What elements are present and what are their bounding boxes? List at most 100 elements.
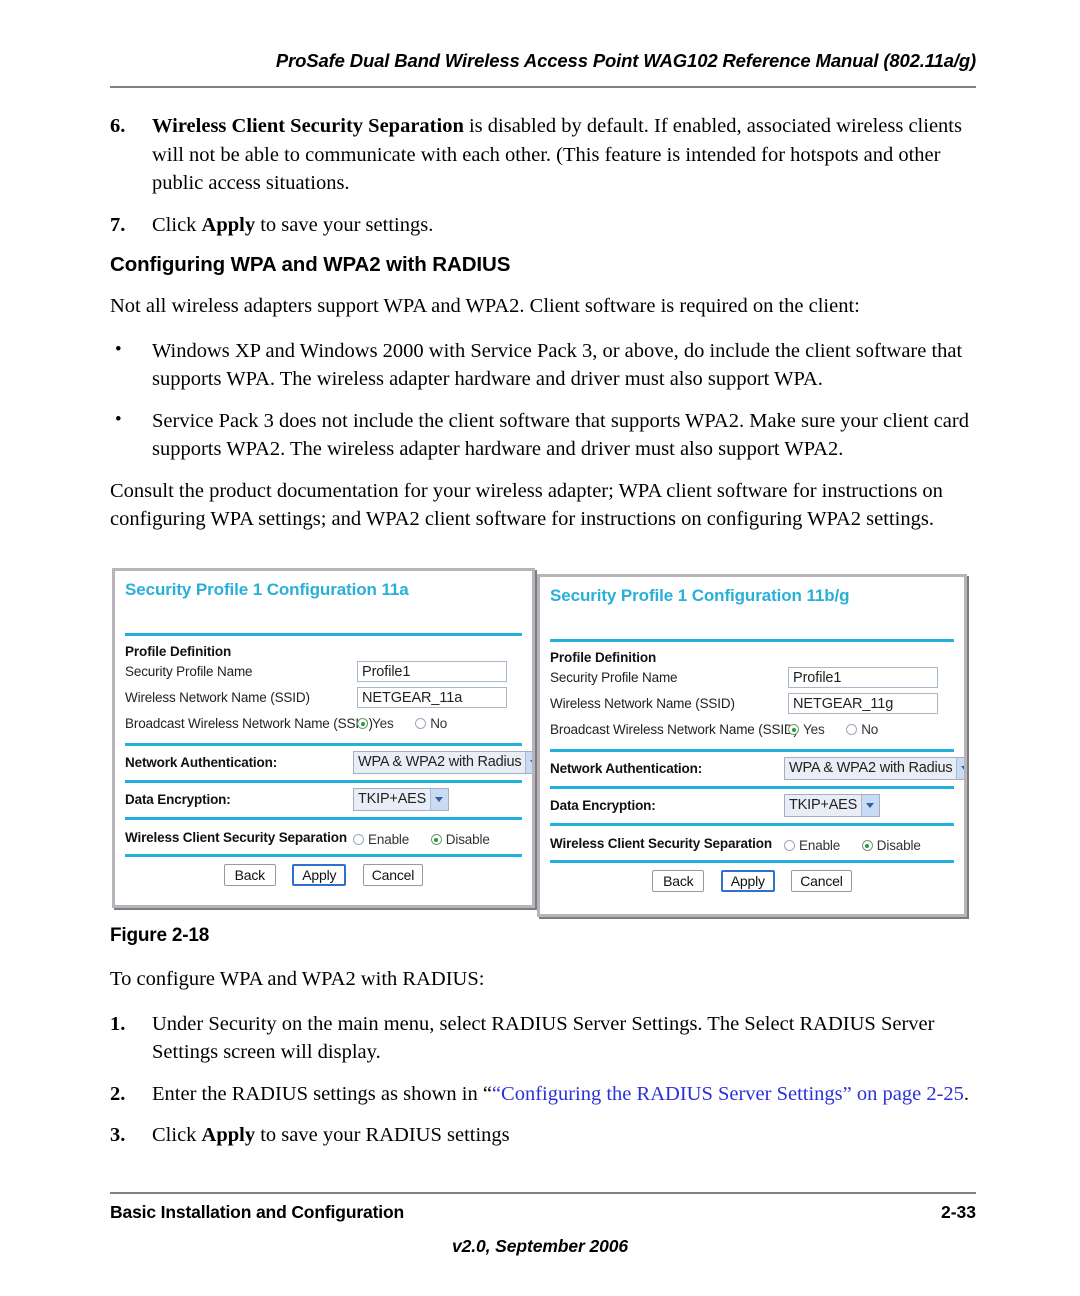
ssid-input[interactable]: NETGEAR_11g — [788, 693, 938, 714]
broadcast-yes-radio[interactable]: Yes — [788, 721, 839, 737]
field-label: Wireless Client Security Separation — [550, 836, 772, 851]
field-label: Broadcast Wireless Network Name (SSID) — [125, 716, 373, 731]
numbered-item-3: 3. Click Apply to save your RADIUS setti… — [110, 1121, 976, 1150]
item-number: 1. — [110, 1012, 126, 1035]
consult-paragraph: Consult the product documentation for yo… — [110, 479, 943, 531]
network-authentication-select[interactable]: WPA & WPA2 with Radius — [353, 751, 532, 774]
field-label: Network Authentication: — [550, 761, 703, 776]
section-heading: Configuring WPA and WPA2 with RADIUS — [110, 253, 511, 276]
radio-label: Disable — [876, 838, 921, 854]
apply-button[interactable]: Apply — [292, 864, 347, 886]
radio-label: No — [861, 722, 879, 738]
running-header-title: ProSafe Dual Band Wireless Access Point … — [275, 50, 976, 71]
field-row-security-profile-name: Security Profile Name Profile1 — [550, 665, 954, 691]
item-text: Under Security on the main menu, select … — [152, 1012, 935, 1064]
cancel-button[interactable]: Cancel — [362, 864, 424, 886]
back-button[interactable]: Back — [652, 870, 705, 892]
field-label: Security Profile Name — [125, 664, 253, 679]
security-profile-name-input[interactable]: Profile1 — [357, 661, 507, 682]
panel-title: Security Profile 1 Configuration 11a — [125, 580, 409, 599]
apply-keyword: Apply — [201, 1124, 256, 1146]
figure-2-18: Security Profile 1 Configuration 11a Pro… — [110, 562, 976, 917]
field-label: Wireless Network Name (SSID) — [550, 696, 735, 711]
apply-keyword: Apply — [201, 213, 256, 236]
bullet-item-1: • Windows XP and Windows 2000 with Servi… — [110, 337, 976, 394]
field-row-security-profile-name: Security Profile Name Profile1 — [125, 659, 522, 685]
broadcast-yes-radio[interactable]: Yes — [357, 715, 408, 731]
field-row-ssid: Wireless Network Name (SSID) NETGEAR_11g — [550, 691, 954, 717]
panel-inner: Security Profile 1 Configuration 11a Pro… — [115, 571, 532, 905]
apply-button[interactable]: Apply — [720, 870, 775, 892]
numbered-item-7: 7. Click Apply to save your settings. — [110, 211, 976, 240]
numbered-item-2: 2. Enter the RADIUS settings as shown in… — [110, 1080, 976, 1109]
field-row-client-separation: Wireless Client Security Separation Enab… — [125, 820, 522, 854]
radio-label: Yes — [803, 722, 825, 738]
bullet-text: Service Pack 3 does not include the clie… — [152, 409, 969, 461]
panel-divider — [125, 633, 522, 636]
panel-button-bar: Back Apply Cancel — [550, 863, 954, 904]
field-row-broadcast-ssid: Broadcast Wireless Network Name (SSID) Y… — [125, 711, 522, 737]
bullet-item-2: • Service Pack 3 does not include the cl… — [110, 407, 976, 464]
radio-dot-icon — [353, 834, 364, 846]
field-row-data-encryption: Data Encryption: TKIP+AES — [125, 783, 522, 817]
radio-dot-icon — [846, 724, 858, 736]
chevron-down-icon — [525, 752, 532, 773]
separation-disable-radio[interactable]: Disable — [861, 837, 935, 854]
radius-settings-link[interactable]: “Configuring the RADIUS Server Settings”… — [492, 1083, 964, 1105]
chevron-down-icon — [861, 795, 880, 816]
item-number: 7. — [110, 213, 126, 236]
item-text: Click Apply to save your RADIUS settings — [152, 1124, 510, 1146]
broadcast-no-radio[interactable]: No — [415, 715, 461, 731]
profile-definition-label: Profile Definition — [550, 650, 657, 665]
header-rule — [110, 86, 976, 88]
item-text: Click Apply to save your settings. — [152, 214, 433, 236]
field-label: Wireless Network Name (SSID) — [125, 690, 310, 705]
content-column-lower: Figure 2-18 To configure WPA and WPA2 wi… — [110, 925, 976, 1163]
chevron-down-icon — [430, 789, 449, 810]
data-encryption-select[interactable]: TKIP+AES — [784, 794, 881, 817]
radio-dot-icon — [357, 718, 368, 730]
data-encryption-select[interactable]: TKIP+AES — [353, 788, 450, 811]
select-value: TKIP+AES — [789, 797, 858, 813]
select-value: TKIP+AES — [358, 791, 427, 807]
field-label: Broadcast Wireless Network Name (SSID) — [550, 722, 798, 737]
back-button[interactable]: Back — [223, 864, 276, 886]
bullet-text: Windows XP and Windows 2000 with Service… — [152, 339, 963, 391]
field-row-data-encryption: Data Encryption: TKIP+AES — [550, 789, 954, 823]
network-authentication-select[interactable]: WPA & WPA2 with Radius — [784, 757, 964, 780]
field-label: Security Profile Name — [550, 670, 678, 685]
broadcast-ssid-radio-group: Yes No — [357, 715, 465, 731]
item-number: 3. — [110, 1124, 126, 1146]
numbered-item-6: 6. Wireless Client Security Separation i… — [110, 112, 976, 198]
item-post: to save your RADIUS settings — [255, 1124, 510, 1146]
ssid-input[interactable]: NETGEAR_11a — [357, 687, 507, 708]
item-pre: Enter the RADIUS settings as shown in “ — [152, 1082, 492, 1105]
radio-label: Enable — [799, 838, 841, 854]
select-value: WPA & WPA2 with Radius — [358, 754, 522, 770]
radio-label: Enable — [368, 832, 410, 848]
cancel-button[interactable]: Cancel — [791, 870, 852, 892]
field-row-network-auth: Network Authentication: WPA & WPA2 with … — [550, 752, 964, 786]
page: ProSafe Dual Band Wireless Access Point … — [0, 0, 1080, 1296]
profile-definition-label: Profile Definition — [125, 644, 232, 659]
panel-inner: Security Profile 1 Configuration 11b/g P… — [540, 577, 964, 914]
radio-dot-icon — [430, 834, 442, 846]
security-profile-name-input[interactable]: Profile1 — [788, 667, 938, 688]
field-label: Wireless Client Security Separation — [125, 830, 347, 845]
bullet-marker-icon: • — [115, 338, 122, 360]
figure-caption: Figure 2-18 — [110, 925, 210, 946]
panel-divider — [550, 639, 954, 642]
client-separation-radio-group: Enable Disable — [784, 837, 939, 853]
item-text: Enter the RADIUS settings as shown in ““… — [152, 1083, 969, 1105]
separation-enable-radio[interactable]: Enable — [353, 831, 423, 847]
to-configure-paragraph: To configure WPA and WPA2 with RADIUS: — [110, 968, 485, 990]
broadcast-no-radio[interactable]: No — [846, 721, 892, 737]
item-number: 2. — [110, 1082, 126, 1105]
item-number: 6. — [110, 115, 126, 137]
footer-page-number: 2-33 — [940, 1202, 976, 1222]
content-column: 6. Wireless Client Security Separation i… — [110, 112, 976, 550]
separation-disable-radio[interactable]: Disable — [430, 831, 504, 848]
radio-label: Disable — [445, 832, 490, 848]
separation-enable-radio[interactable]: Enable — [784, 837, 854, 853]
select-value: WPA & WPA2 with Radius — [789, 760, 953, 776]
